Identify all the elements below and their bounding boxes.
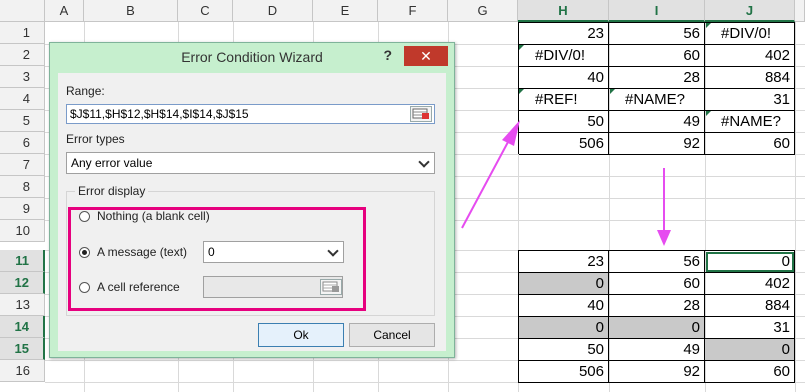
range-input[interactable]: $J$11,$H$12,$H$14,$I$14,$J$15 [66, 104, 435, 124]
error-types-label: Error types [66, 132, 125, 146]
dialog-title: Error Condition Wizard [181, 49, 323, 65]
options-highlight-box [68, 207, 366, 311]
range-label: Range: [66, 84, 105, 98]
range-select-icon[interactable] [410, 106, 432, 122]
close-icon[interactable]: ✕ [404, 46, 448, 66]
error-types-select[interactable]: Any error value [66, 152, 435, 174]
dialog-body: Range: $J$11,$H$12,$H$14,$I$14,$J$15 Err… [58, 73, 446, 351]
excel-window: { "spreadsheet": { "columns": ["A","B","… [0, 0, 805, 392]
dropdown-chevron-icon [418, 156, 430, 168]
error-condition-wizard-dialog: Error Condition Wizard ? ✕ Range: $J$11,… [49, 42, 455, 358]
help-icon[interactable]: ? [383, 47, 392, 63]
error-types-value: Any error value [71, 156, 153, 170]
ok-button[interactable]: Ok [258, 323, 344, 347]
error-display-label: Error display [75, 184, 149, 198]
dialog-titlebar[interactable]: Error Condition Wizard ? ✕ [50, 43, 454, 73]
cancel-button[interactable]: Cancel [349, 323, 435, 347]
